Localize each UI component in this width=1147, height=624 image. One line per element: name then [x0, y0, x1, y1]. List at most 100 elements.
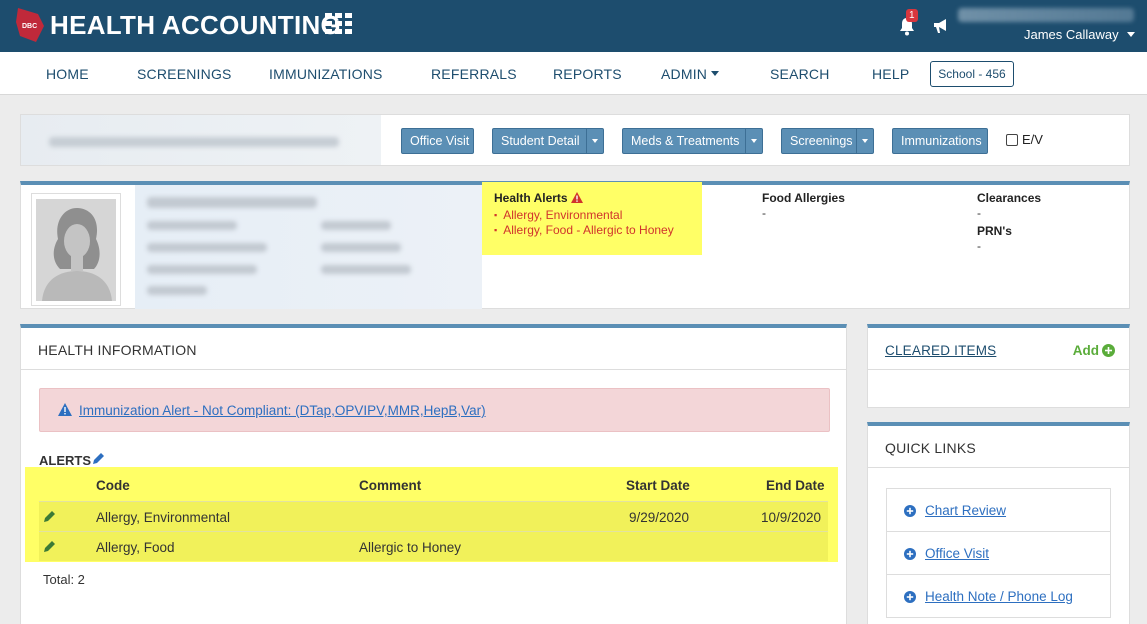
column-header-end-date[interactable]: End Date	[766, 478, 825, 493]
student-summary-card: Health Alerts Allergy, Environmental All…	[20, 181, 1130, 309]
edit-alerts-pencil-icon[interactable]	[92, 452, 105, 465]
plus-circle-icon	[1102, 344, 1115, 357]
cell-start-date: 9/29/2020	[629, 510, 690, 525]
panel-title: HEALTH INFORMATION	[38, 342, 197, 358]
redacted-district-info	[958, 8, 1134, 22]
meds-treatments-button[interactable]: Meds & Treatments	[622, 128, 763, 154]
column-header-start-date[interactable]: Start Date	[626, 478, 690, 493]
food-allergies-value: -	[762, 206, 766, 220]
ev-checkbox[interactable]	[1006, 134, 1018, 146]
apps-grid-icon[interactable]	[325, 13, 353, 35]
screenings-button[interactable]: Screenings	[781, 128, 874, 154]
cell-comment: Allergic to Honey	[359, 540, 462, 555]
svg-text:DBC: DBC	[22, 23, 37, 30]
nav-referrals[interactable]: REFERRALS	[431, 66, 517, 82]
cleared-items-panel: CLEARED ITEMS Add	[867, 324, 1130, 408]
redacted-student-details	[135, 185, 482, 309]
column-header-code[interactable]: Code	[96, 478, 130, 493]
immunization-alert-link[interactable]: Immunization Alert - Not Compliant: (DTa…	[79, 403, 486, 418]
chevron-down-icon	[592, 139, 598, 143]
megaphone-icon[interactable]	[932, 18, 950, 34]
alerts-label: ALERTS	[39, 453, 91, 468]
student-detail-button[interactable]: Student Detail	[492, 128, 604, 154]
cleared-items-header: CLEARED ITEMS Add	[868, 328, 1129, 370]
student-detail-dropdown[interactable]	[586, 129, 603, 153]
user-menu[interactable]: James Callaway	[1024, 27, 1119, 42]
main-nav: HOME SCREENINGS IMMUNIZATIONS REFERRALS …	[0, 52, 1147, 95]
clearances-value: -	[977, 206, 981, 220]
quick-link-label[interactable]: Office Visit	[925, 546, 989, 561]
avatar-silhouette-icon	[36, 199, 116, 301]
quick-links-header: QUICK LINKS	[868, 426, 1129, 468]
ev-checkbox-label: E/V	[1022, 132, 1043, 147]
app-title[interactable]: HEALTH ACCOUNTING	[50, 10, 341, 41]
table-row: Allergy, Environmental 9/29/2020 10/9/20…	[39, 501, 828, 531]
immunization-alert: Immunization Alert - Not Compliant: (DTa…	[39, 388, 830, 432]
warning-icon	[58, 403, 72, 416]
quick-links-list: Chart Review Office Visit Health Note / …	[886, 488, 1111, 618]
clearances-heading: Clearances	[977, 191, 1042, 205]
immunizations-button[interactable]: Immunizations	[892, 128, 988, 154]
table-header-row: Code Comment Start Date End Date	[39, 470, 828, 500]
school-selector[interactable]: School - 456	[930, 61, 1014, 87]
screenings-dropdown[interactable]	[856, 129, 873, 153]
panel-title: QUICK LINKS	[885, 440, 976, 456]
health-alerts-list: Allergy, Environmental Allergy, Food - A…	[494, 208, 674, 238]
prn-heading: PRN's	[977, 224, 1012, 238]
nav-reports[interactable]: REPORTS	[553, 66, 622, 82]
nav-search[interactable]: SEARCH	[770, 66, 830, 82]
edit-pencil-icon[interactable]	[43, 510, 56, 523]
warning-icon	[570, 192, 583, 203]
health-alerts-panel: Health Alerts Allergy, Environmental All…	[482, 182, 702, 255]
screenings-label: Screenings	[790, 134, 853, 148]
quick-link-label[interactable]: Chart Review	[925, 503, 1006, 518]
cell-code: Allergy, Food	[96, 540, 175, 555]
chevron-down-icon	[751, 139, 757, 143]
health-alerts-title-text: Health Alerts	[494, 191, 568, 205]
office-visit-button[interactable]: Office Visit	[401, 128, 474, 154]
alerts-total: Total: 2	[43, 572, 85, 587]
health-alert-item: Allergy, Environmental	[494, 208, 674, 223]
meds-treatments-dropdown[interactable]	[745, 129, 762, 153]
nav-home[interactable]: HOME	[46, 66, 89, 82]
cell-code: Allergy, Environmental	[96, 510, 231, 525]
chevron-down-icon	[862, 139, 868, 143]
chevron-down-icon	[711, 71, 720, 76]
prn-value: -	[977, 239, 981, 253]
health-alert-item: Allergy, Food - Allergic to Honey	[494, 223, 674, 238]
plus-circle-icon	[904, 548, 916, 560]
notification-badge: 1	[906, 9, 918, 22]
health-information-header: HEALTH INFORMATION	[21, 328, 846, 370]
add-label: Add	[1072, 343, 1099, 358]
table-row: Allergy, Food Allergic to Honey	[39, 531, 828, 561]
cell-end-date: 10/9/2020	[761, 510, 822, 525]
column-header-comment[interactable]: Comment	[359, 478, 421, 493]
quick-link-chart-review[interactable]: Chart Review	[887, 489, 1110, 532]
food-allergies-heading: Food Allergies	[762, 191, 845, 205]
nav-immunizations[interactable]: IMMUNIZATIONS	[269, 66, 383, 82]
top-bar: DBC HEALTH ACCOUNTING 1 James Callaway	[0, 0, 1147, 52]
quick-link-label[interactable]: Health Note / Phone Log	[925, 589, 1073, 604]
redacted-student-name	[21, 115, 381, 165]
health-alerts-title: Health Alerts	[494, 191, 583, 205]
student-action-bar: Office Visit Student Detail Meds & Treat…	[20, 114, 1130, 166]
meds-treatments-label: Meds & Treatments	[631, 134, 740, 148]
dbc-logo: DBC	[16, 8, 44, 42]
student-detail-label: Student Detail	[501, 134, 580, 148]
health-information-panel: HEALTH INFORMATION Immunization Alert - …	[20, 324, 847, 624]
quick-links-panel: QUICK LINKS Chart Review Office Visit He…	[867, 422, 1130, 624]
chevron-down-icon[interactable]	[1127, 32, 1135, 37]
alerts-table: Code Comment Start Date End Date Allergy…	[25, 467, 838, 562]
edit-pencil-icon[interactable]	[43, 540, 56, 553]
cleared-items-link[interactable]: CLEARED ITEMS	[885, 343, 996, 358]
plus-circle-icon	[904, 591, 916, 603]
quick-link-health-note[interactable]: Health Note / Phone Log	[887, 575, 1110, 618]
nav-admin-label: ADMIN	[661, 66, 708, 82]
plus-circle-icon	[904, 505, 916, 517]
add-cleared-item-button[interactable]: Add	[1073, 343, 1115, 358]
nav-admin[interactable]: ADMIN	[661, 66, 720, 82]
nav-screenings[interactable]: SCREENINGS	[137, 66, 232, 82]
student-photo	[31, 193, 121, 306]
nav-help[interactable]: HELP	[872, 66, 909, 82]
quick-link-office-visit[interactable]: Office Visit	[887, 532, 1110, 575]
